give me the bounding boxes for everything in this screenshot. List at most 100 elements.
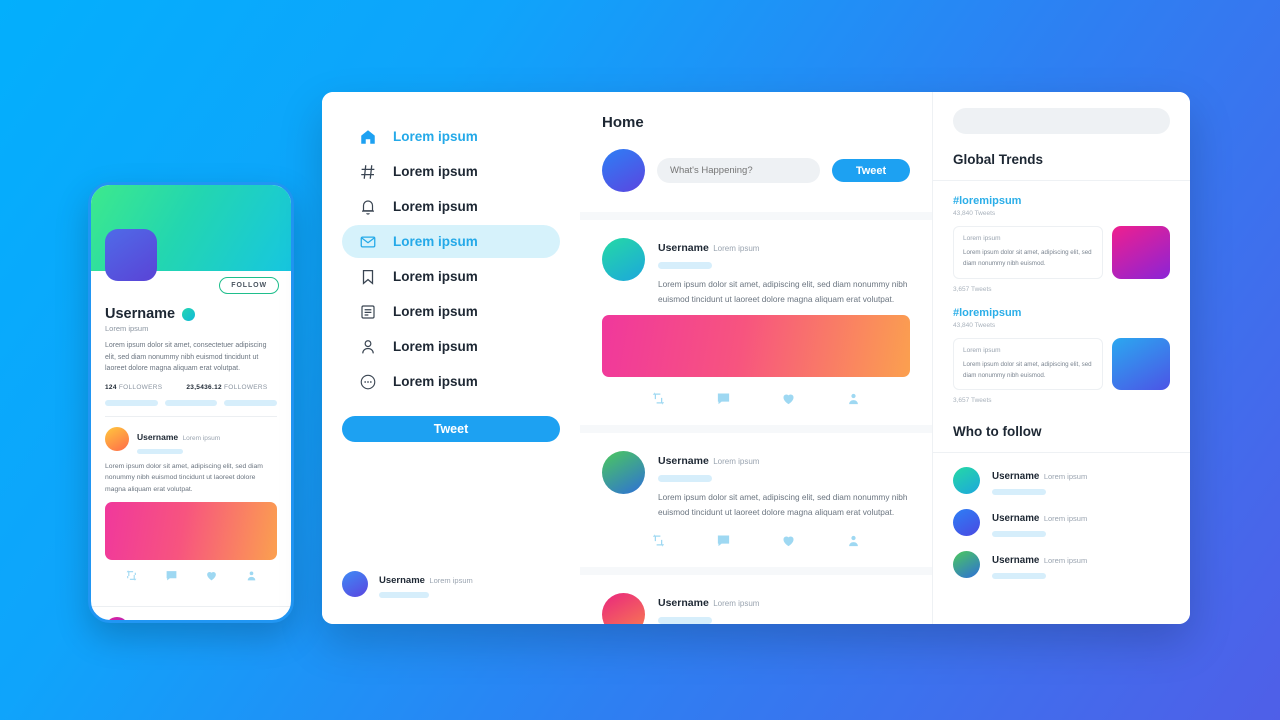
tweet-button[interactable]: Tweet <box>832 159 910 182</box>
retweet-icon[interactable] <box>651 391 666 411</box>
post-image[interactable] <box>602 315 910 378</box>
sidebar-item-label: Lorem ipsum <box>393 234 478 249</box>
sidebar-item-profile[interactable]: Lorem ipsum <box>342 330 560 363</box>
post-avatar[interactable] <box>105 426 129 451</box>
comment-icon[interactable] <box>716 391 731 411</box>
profile-bio: Lorem ipsum dolor sit amet, consectetuer… <box>105 342 267 373</box>
sidebar-tweet-button[interactable]: Tweet <box>342 416 560 442</box>
trend-card[interactable]: Lorem ipsum Lorem ipsum dolor sit amet, … <box>953 337 1170 391</box>
placeholder-bar <box>658 617 712 624</box>
share-person-icon[interactable] <box>846 391 861 411</box>
post-author: Username Lorem ipsum <box>658 593 759 611</box>
follow-name: Username <box>992 471 1040 483</box>
heart-icon[interactable] <box>781 533 796 553</box>
trend-card-text: Lorem ipsum dolor sit amet, adipiscing e… <box>963 249 1092 267</box>
envelope-icon <box>358 232 377 251</box>
trend-hashtag[interactable]: #loremipsum <box>953 307 1170 319</box>
post-avatar[interactable] <box>602 451 645 495</box>
share-person-icon[interactable] <box>846 533 861 553</box>
sidebar-item-explore[interactable]: Lorem ipsum <box>342 155 560 188</box>
sidebar-item-label: Lorem ipsum <box>393 199 478 214</box>
trend-card-text: Lorem ipsum dolor sit amet, adipiscing e… <box>963 360 1092 379</box>
home-icon <box>358 127 377 146</box>
follow-button[interactable]: FOLLOW <box>219 277 279 294</box>
follow-name: Username <box>992 555 1040 567</box>
placeholder-bar <box>658 475 712 483</box>
post-avatar[interactable] <box>602 238 645 281</box>
share-person-icon[interactable] <box>245 569 258 587</box>
post-text: Lorem ipsum dolor sit amet, adipiscing e… <box>658 279 908 304</box>
sidebar-item-lists[interactable]: Lorem ipsum <box>342 295 560 328</box>
follow-handle: Lorem ipsum <box>1043 514 1088 524</box>
profile-name: Username <box>105 306 176 322</box>
trend-thumbnail[interactable] <box>1112 337 1170 391</box>
profile-placeholder-bars <box>105 399 278 406</box>
heart-icon[interactable] <box>781 391 796 411</box>
heart-icon[interactable] <box>205 569 218 587</box>
sidebar-item-label: Lorem ipsum <box>393 374 478 389</box>
avatar[interactable] <box>602 149 645 192</box>
post-author: Username Lorem ipsum <box>137 427 220 445</box>
bookmark-icon <box>358 267 377 286</box>
verified-badge-icon <box>182 307 196 321</box>
avatar[interactable] <box>953 467 980 495</box>
right-sidebar: Global Trends #loremipsum 43,840 Tweets … <box>932 92 1190 624</box>
placeholder-bar <box>992 489 1046 496</box>
divider <box>105 415 277 417</box>
follow-suggestion[interactable]: Username Lorem ipsum <box>933 453 1190 496</box>
hashtag-icon <box>358 162 377 181</box>
avatar[interactable] <box>342 571 368 597</box>
post-avatar[interactable] <box>105 617 129 620</box>
sidebar-navigation: Lorem ipsum Lorem ipsum Lorem ipsum Lore… <box>322 92 580 624</box>
post-author-name: Username <box>658 242 709 254</box>
sidebar-item-more[interactable]: Lorem ipsum <box>342 365 560 398</box>
post-avatar[interactable] <box>602 593 645 624</box>
sidebar-item-messages[interactable]: Lorem ipsum <box>342 225 560 258</box>
post-image[interactable] <box>105 502 277 561</box>
feed-post[interactable]: Username Lorem ipsum Lorem ipsum dolor s… <box>580 433 932 568</box>
post-author-name: Username <box>137 622 178 623</box>
trend-item[interactable]: #loremipsum 43,840 Tweets Lorem ipsum Lo… <box>933 293 1190 404</box>
avatar[interactable] <box>953 551 980 579</box>
feed-post[interactable]: Username Lorem ipsum Lorem ipsum dolor s… <box>580 220 932 426</box>
placeholder-bar <box>105 399 158 406</box>
sidebar-item-bookmarks[interactable]: Lorem ipsum <box>342 260 560 293</box>
sidebar-item-label: Lorem ipsum <box>393 164 478 179</box>
stat-followers-2: 23,5436.12 FOLLOWERS <box>186 384 267 391</box>
desktop-window: Lorem ipsum Lorem ipsum Lorem ipsum Lore… <box>322 92 1190 624</box>
comment-icon[interactable] <box>716 533 731 553</box>
search-input[interactable] <box>953 108 1170 134</box>
follow-handle: Lorem ipsum <box>1043 556 1088 566</box>
follow-name: Username <box>992 513 1040 525</box>
trend-item[interactable]: #loremipsum 43,840 Tweets Lorem ipsum Lo… <box>933 181 1190 293</box>
retweet-icon[interactable] <box>125 569 138 587</box>
phone-post[interactable]: Username Lorem ipsum Lorem ipsum dolor s… <box>91 417 291 597</box>
comment-icon[interactable] <box>165 569 178 587</box>
sidebar-item-notifications[interactable]: Lorem ipsum <box>342 190 560 223</box>
sidebar-user-profile[interactable]: Username Lorem ipsum <box>342 570 560 624</box>
trend-thumbnail[interactable] <box>1112 226 1170 279</box>
list-icon <box>358 302 377 321</box>
trend-card-title: Lorem ipsum <box>963 346 1001 354</box>
trend-hashtag[interactable]: #loremipsum <box>953 195 1170 207</box>
post-author: Username Lorem ipsum <box>137 617 220 623</box>
stat-value: 23,5436.12 <box>186 383 222 391</box>
sidebar-user-name: Username <box>379 575 425 586</box>
trend-card[interactable]: Lorem ipsum Lorem ipsum dolor sit amet, … <box>953 226 1170 279</box>
post-author-name: Username <box>137 431 179 442</box>
retweet-icon[interactable] <box>651 533 666 553</box>
sidebar-item-home[interactable]: Lorem ipsum <box>342 120 560 153</box>
bell-icon <box>358 197 377 216</box>
trend-count: 43,840 Tweets <box>953 321 996 329</box>
feed-post[interactable]: Username Lorem ipsum <box>580 575 932 624</box>
main-feed: Home Tweet Username Lorem ipsum Lorem ip… <box>580 92 932 624</box>
follow-suggestion[interactable]: Username Lorem ipsum <box>933 495 1190 538</box>
stat-followers-1: 124 FOLLOWERS <box>105 384 162 391</box>
trend-card-title: Lorem ipsum <box>963 235 1001 242</box>
page-title: Home <box>602 114 644 131</box>
avatar[interactable] <box>953 509 980 537</box>
compose-input[interactable] <box>657 158 820 183</box>
follow-suggestion[interactable]: Username Lorem ipsum <box>933 537 1190 580</box>
phone-post[interactable]: Username Lorem ipsum Lorem ipsum dolor s… <box>91 607 291 623</box>
follow-handle: Lorem ipsum <box>1043 472 1088 482</box>
